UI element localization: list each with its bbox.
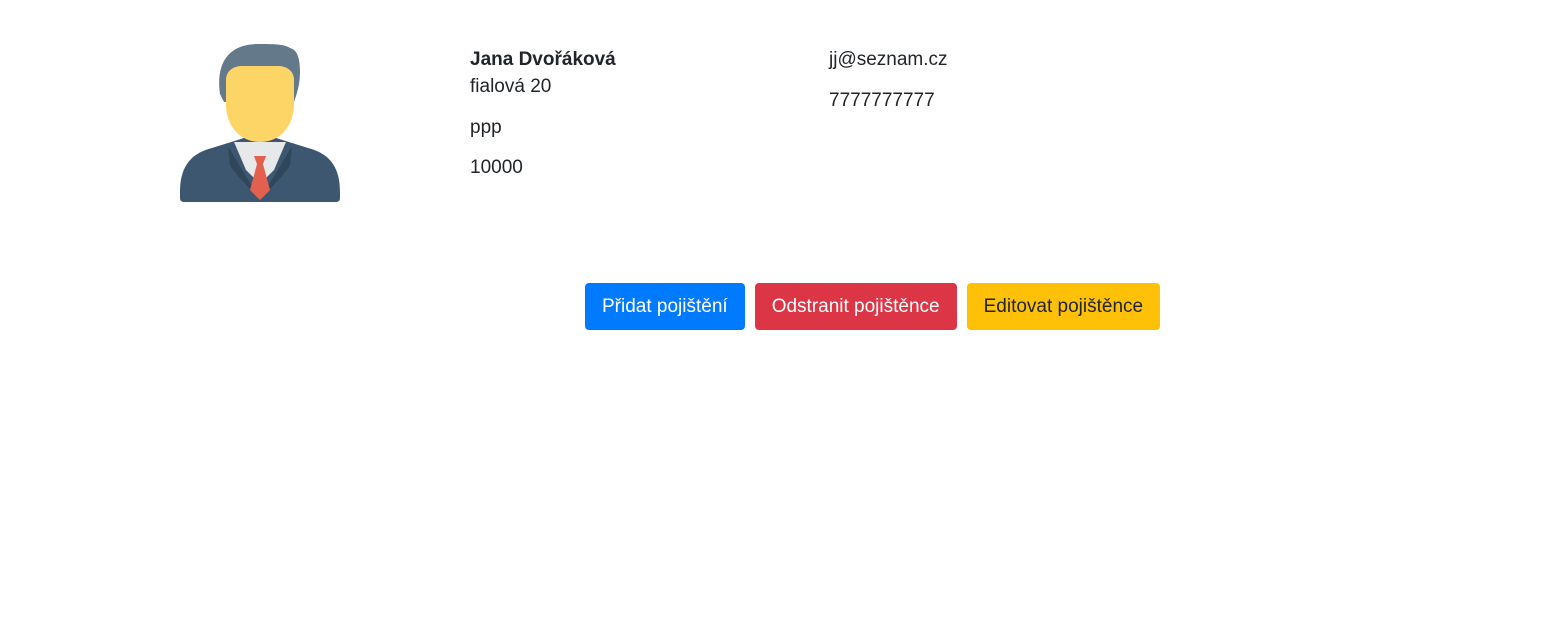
remove-insured-button[interactable]: Odstranit pojištěnce (754, 283, 957, 330)
insured-city: ppp (470, 117, 502, 138)
edit-insured-button[interactable]: Editovat pojištěnce (966, 283, 1161, 330)
add-insurance-button[interactable]: Přidat pojištění (585, 283, 745, 330)
insured-address-block: Jana Dvořáková fialová 20 ppp 10000 (470, 46, 616, 181)
insured-zip: 10000 (470, 157, 523, 178)
insured-street: fialová 20 (470, 76, 552, 97)
insured-contact-block: jj@seznam.cz 7777777777 (829, 46, 948, 114)
insured-phone: 7777777777 (829, 90, 935, 111)
insured-name: Jana Dvořáková (470, 49, 616, 70)
action-buttons: Přidat pojištění Odstranit pojištěnce Ed… (585, 283, 1161, 330)
insured-detail-page: Jana Dvořáková fialová 20 ppp 10000 jj@s… (0, 0, 1560, 625)
insured-email: jj@seznam.cz (829, 49, 948, 70)
person-avatar-icon (178, 42, 342, 204)
